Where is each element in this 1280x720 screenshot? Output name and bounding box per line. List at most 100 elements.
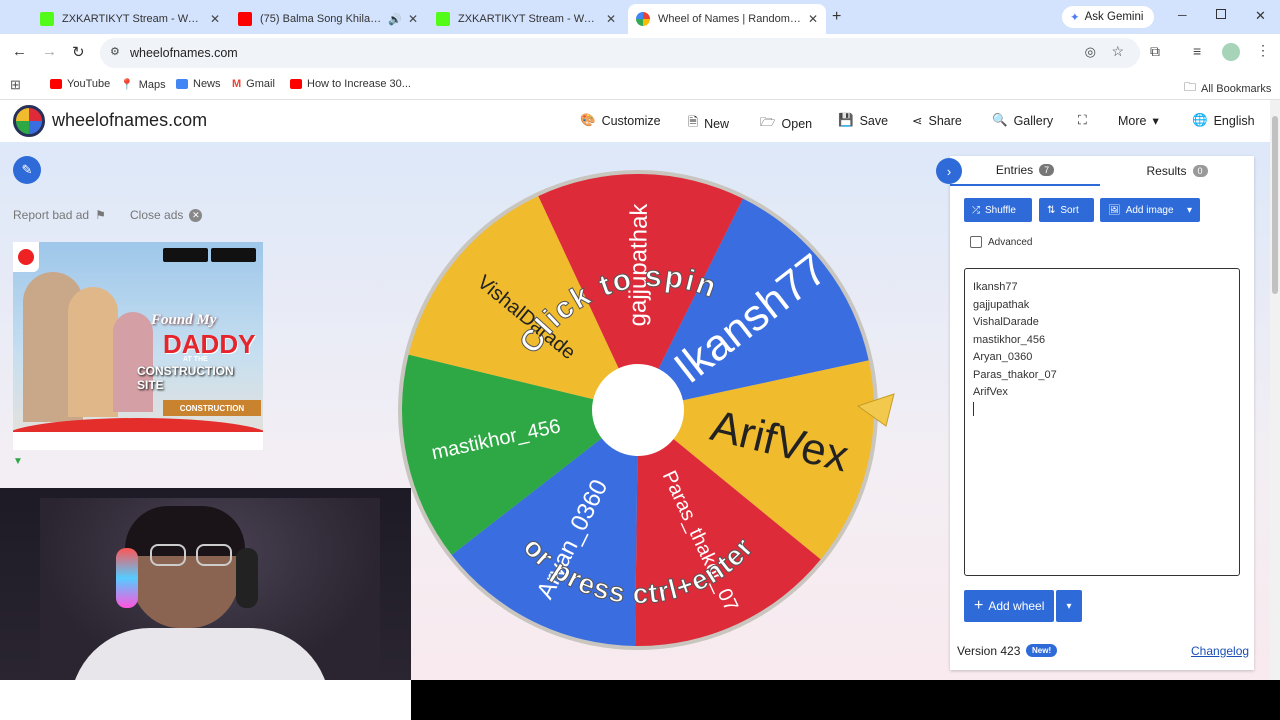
share-button[interactable]: ⋖ Share: [912, 113, 962, 129]
close-icon[interactable]: ✕: [204, 12, 220, 26]
address-bar[interactable]: ⚙ wheelofnames.com ◎ ☆: [100, 38, 1140, 68]
ad-headline: AT THE: [183, 356, 208, 363]
bookmark-youtube[interactable]: YouTube: [50, 78, 110, 90]
bookmark-label: Maps: [138, 78, 166, 91]
share-icon: ⋖: [912, 114, 923, 128]
close-window-icon[interactable]: ✕: [1255, 8, 1266, 24]
entry-line: ArifVex: [973, 386, 1008, 398]
site-title[interactable]: wheelofnames.com: [52, 110, 207, 131]
entry-line: mastikhor_456: [973, 333, 1046, 346]
forward-icon[interactable]: →: [42, 43, 57, 60]
ad-person-image: [113, 312, 153, 412]
close-ads-link[interactable]: Close ads ✕: [130, 208, 203, 222]
youtube-icon: [238, 12, 252, 26]
advanced-checkbox[interactable]: [970, 236, 982, 248]
text-cursor: [973, 401, 974, 416]
bookmark-news[interactable]: News: [176, 78, 221, 90]
entry-line: Ikansh77: [973, 281, 1018, 293]
shuffle-icon: ⤮: [972, 204, 980, 216]
new-button[interactable]: 🗎 New: [688, 113, 729, 134]
fullscreen-button[interactable]: ⛶: [1078, 113, 1087, 128]
minimize-icon[interactable]: ─: [1178, 8, 1187, 22]
menu-label: Customize: [601, 113, 661, 128]
gmail-icon: M: [232, 78, 242, 90]
shuffle-button[interactable]: ⤮ Shuffle: [964, 198, 1032, 222]
advanced-label: Advanced: [988, 236, 1033, 248]
browser-tab-1[interactable]: ZXKARTIKYT Stream - Watch Li ✕: [32, 4, 228, 34]
file-icon: 🗎: [688, 115, 699, 129]
speaker-icon[interactable]: 🔊: [388, 13, 402, 26]
wheel-of-names[interactable]: gajjupathak Ikansh77ArifVexParas_thakor_0…: [396, 170, 906, 654]
bookmark-label: How to Increase 30...: [307, 78, 411, 90]
image-icon: 🖼: [1108, 204, 1121, 216]
wheel-favicon-icon: [636, 12, 650, 26]
scrollbar-thumb[interactable]: [1272, 116, 1278, 294]
media-icon[interactable]: ≡: [1193, 43, 1201, 59]
tab-title: (75) Balma Song Khiladi 786: [260, 13, 384, 25]
browser-tab-3[interactable]: ZXKARTIKYT Stream - Watch Li ✕: [428, 4, 624, 34]
close-icon[interactable]: ✕: [402, 12, 418, 26]
entry-line: VishalDarade: [973, 316, 1039, 328]
gemini-icon: ✦: [1070, 12, 1080, 24]
new-tab-icon[interactable]: +: [832, 8, 841, 26]
sort-button[interactable]: ⇅ Sort: [1039, 198, 1094, 222]
open-button[interactable]: 🗁 Open: [760, 113, 812, 134]
gallery-button[interactable]: 🔍 Gallery: [992, 113, 1053, 128]
back-icon[interactable]: ←: [12, 43, 27, 60]
advanced-option[interactable]: Advanced: [970, 236, 1032, 248]
tab-title: ZXKARTIKYT Stream - Watch Li: [62, 13, 204, 25]
fullscreen-icon: ⛶: [1078, 113, 1087, 127]
all-bookmarks[interactable]: 🗀 All Bookmarks: [1184, 78, 1271, 99]
site-logo-icon[interactable]: [13, 105, 45, 137]
ask-gemini-button[interactable]: ✦ Ask Gemini: [1062, 6, 1154, 28]
save-button[interactable]: 💾 Save: [838, 113, 888, 128]
report-ad-link[interactable]: Report bad ad ⚑: [13, 208, 106, 222]
language-button[interactable]: 🌐 English: [1192, 113, 1255, 128]
entries-textarea[interactable]: Ikansh77 gajjupathak VishalDarade mastik…: [964, 268, 1240, 576]
ad-footer: [13, 432, 263, 450]
tab-results[interactable]: Results 0: [1102, 156, 1252, 186]
adchoices-icon[interactable]: ▼: [13, 456, 23, 467]
browser-tab-4[interactable]: Wheel of Names | Random nam ✕: [628, 4, 826, 34]
kick-icon: [436, 12, 450, 26]
version-text: Version 423: [957, 644, 1021, 658]
gemini-label: Ask Gemini: [1084, 11, 1144, 23]
close-icon[interactable]: ✕: [600, 12, 616, 26]
headphone-icon: [116, 548, 138, 608]
extensions-icon[interactable]: ⧉: [1150, 43, 1160, 60]
apps-grid-icon[interactable]: ⊞: [10, 77, 21, 93]
reload-icon[interactable]: ↻: [72, 43, 85, 61]
more-button[interactable]: More ▾: [1118, 113, 1159, 129]
bookmark-star-icon[interactable]: ☆: [1111, 43, 1124, 60]
eye-off-icon[interactable]: ◎: [1085, 44, 1096, 60]
news-icon: [176, 79, 188, 89]
site-info-icon[interactable]: ⚙: [110, 45, 120, 58]
tab-entries[interactable]: Entries 7: [950, 156, 1100, 186]
add-image-button[interactable]: 🖼 Add image ▾: [1100, 198, 1200, 222]
bookmark-gmail[interactable]: M Gmail: [232, 78, 275, 90]
tab-title: Wheel of Names | Random nam: [658, 13, 802, 25]
google-play-badge: [211, 248, 256, 262]
bookmark-maps[interactable]: 📍 Maps: [120, 78, 166, 92]
browser-tab-2[interactable]: (75) Balma Song Khiladi 786 🔊 ✕: [230, 4, 426, 34]
page-body: ✎ Report bad ad ⚑ Close ads ✕ Found My D…: [0, 142, 1270, 680]
folder-icon: 🗀: [1184, 80, 1197, 94]
flag-icon: ⚑: [95, 208, 106, 222]
bookmark-how-to[interactable]: How to Increase 30...: [290, 78, 411, 90]
ad-banner[interactable]: Found My DADDY AT THE CONSTRUCTION SITE …: [13, 242, 263, 450]
glasses-icon: [150, 544, 186, 566]
customize-button[interactable]: 🎨 Customize: [580, 113, 661, 128]
entry-line: Aryan_0360: [973, 351, 1033, 363]
pencil-icon[interactable]: ✎: [13, 156, 41, 184]
changelog-link[interactable]: Changelog: [1191, 644, 1249, 658]
wheel-center[interactable]: [592, 364, 684, 456]
close-icon[interactable]: ✕: [802, 12, 818, 26]
add-wheel-button[interactable]: + Add wheel: [964, 590, 1054, 622]
profile-avatar[interactable]: [1222, 43, 1240, 61]
add-wheel-dropdown[interactable]: ▾: [1056, 590, 1082, 622]
close-circle-icon: ✕: [189, 208, 203, 222]
restore-icon[interactable]: [1216, 9, 1226, 19]
kebab-menu-icon[interactable]: ⋮: [1256, 42, 1270, 59]
bookmark-label: Gmail: [246, 78, 275, 90]
kick-icon: [40, 12, 54, 26]
